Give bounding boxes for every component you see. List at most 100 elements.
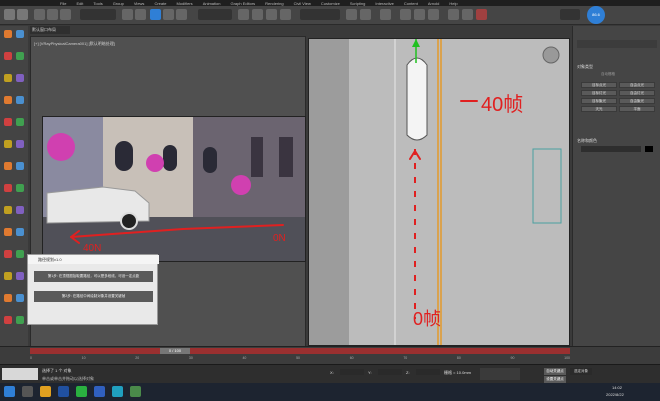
light-button[interactable]: 目标聚光	[581, 98, 617, 104]
user-badge[interactable]: 86.6	[587, 6, 605, 24]
menu-item[interactable]: Content	[404, 1, 418, 6]
unlink-icon[interactable]	[47, 9, 58, 20]
select-by-name-icon[interactable]	[135, 9, 146, 20]
angle-snap-icon[interactable]	[266, 9, 277, 20]
render-production-icon[interactable]	[476, 9, 487, 20]
name-color-header[interactable]: 名称和颜色	[577, 138, 597, 144]
mirror-icon[interactable]	[346, 9, 357, 20]
percent-snap-icon[interactable]	[280, 9, 291, 20]
tool-icon[interactable]	[16, 140, 24, 148]
object-name-input[interactable]	[581, 146, 641, 152]
explorer-icon[interactable]	[40, 386, 51, 397]
viewport-label[interactable]: [+] [VRayPhysicalCamera001] [默认明暗处理]	[34, 41, 115, 47]
menu-item[interactable]: Animation	[203, 1, 221, 6]
tool-icon[interactable]	[16, 316, 24, 324]
tool-icon[interactable]	[16, 294, 24, 302]
app-icon[interactable]	[58, 386, 69, 397]
tool-icon[interactable]	[4, 294, 12, 302]
snap-icon[interactable]	[252, 9, 263, 20]
light-button[interactable]: 自由聚光	[619, 98, 655, 104]
object-color-swatch[interactable]	[645, 146, 653, 152]
menu-item[interactable]: Edit	[76, 1, 83, 6]
search-icon[interactable]	[22, 386, 33, 397]
tool-icon[interactable]	[4, 316, 12, 324]
x-coord-field[interactable]	[340, 369, 364, 375]
tool-icon[interactable]	[4, 74, 12, 82]
menu-item[interactable]: Rendering	[265, 1, 283, 6]
menu-item[interactable]: Tools	[93, 1, 102, 6]
link-icon[interactable]	[34, 9, 45, 20]
start-icon[interactable]	[4, 386, 15, 397]
menu-item[interactable]: Civil View	[294, 1, 311, 6]
step2-button[interactable]: 第2步: 在路径中间绘制对象并设置关键帧	[34, 291, 153, 302]
render-frame-icon[interactable]	[462, 9, 473, 20]
tool-icon[interactable]	[4, 140, 12, 148]
named-selection-dropdown[interactable]	[300, 9, 340, 20]
viewport-top[interactable]: 40帧 0帧	[308, 38, 570, 346]
time-slider-thumb[interactable]: 0 / 100	[160, 348, 190, 354]
selected-filter[interactable]: 选定对象	[570, 368, 592, 375]
menu-item[interactable]: Help	[449, 1, 457, 6]
app-icon[interactable]	[94, 386, 105, 397]
light-button[interactable]: 天光	[581, 106, 617, 112]
light-button[interactable]: 平面	[619, 106, 655, 112]
dialog-title[interactable]: 路径规划v1.0	[28, 255, 159, 264]
reference-coord-dropdown[interactable]	[198, 9, 232, 20]
selection-filter-dropdown[interactable]	[80, 9, 116, 20]
light-button[interactable]: 自由灯光	[619, 90, 655, 96]
scale-icon[interactable]	[176, 9, 187, 20]
move-icon[interactable]	[150, 9, 161, 20]
maxscript-listener[interactable]	[2, 368, 38, 380]
set-key-button[interactable]: 设置关键点	[544, 376, 566, 383]
cmd-tab-row[interactable]	[577, 40, 657, 48]
undo-icon[interactable]	[4, 9, 15, 20]
autogrid-label[interactable]: 自动栅格	[601, 72, 615, 77]
layer-explorer-icon[interactable]	[380, 9, 391, 20]
menu-item[interactable]: Group	[113, 1, 124, 6]
tool-icon[interactable]	[4, 184, 12, 192]
tool-icon[interactable]	[4, 228, 12, 236]
menu-item[interactable]: Views	[134, 1, 145, 6]
render-setup-icon[interactable]	[448, 9, 459, 20]
viewcube-icon[interactable]	[542, 46, 560, 64]
menu-item[interactable]: Create	[154, 1, 166, 6]
tool-icon[interactable]	[16, 272, 24, 280]
pivot-center-icon[interactable]	[238, 9, 249, 20]
menu-item[interactable]: Graph Editors	[230, 1, 255, 6]
wechat-icon[interactable]	[76, 386, 87, 397]
app-icon[interactable]	[130, 386, 141, 397]
tool-icon[interactable]	[4, 30, 12, 38]
playback-controls[interactable]	[480, 368, 520, 380]
menu-item[interactable]: File	[60, 1, 66, 6]
tool-icon[interactable]	[16, 30, 24, 38]
time-slider-track[interactable]	[30, 348, 570, 354]
tool-icon[interactable]	[16, 228, 24, 236]
menu-item[interactable]: Arnold	[428, 1, 440, 6]
light-button[interactable]: 自由点光	[619, 82, 655, 88]
tool-icon[interactable]	[4, 162, 12, 170]
workspace-dropdown[interactable]	[560, 9, 580, 20]
menu-item[interactable]: Scripting	[350, 1, 366, 6]
tool-icon[interactable]	[16, 184, 24, 192]
curve-editor-icon[interactable]	[400, 9, 411, 20]
3dsmax-taskbar-icon[interactable]	[112, 386, 123, 397]
tool-icon[interactable]	[16, 162, 24, 170]
redo-icon[interactable]	[17, 9, 28, 20]
tool-icon[interactable]	[4, 52, 12, 60]
y-coord-field[interactable]	[378, 369, 402, 375]
tool-icon[interactable]	[4, 206, 12, 214]
tool-icon[interactable]	[4, 272, 12, 280]
bind-space-warp-icon[interactable]	[60, 9, 71, 20]
align-icon[interactable]	[360, 9, 371, 20]
light-button[interactable]: 目标灯光	[581, 90, 617, 96]
menu-item[interactable]: Customize	[321, 1, 340, 6]
tool-icon[interactable]	[4, 250, 12, 258]
material-editor-icon[interactable]	[428, 9, 439, 20]
select-object-icon[interactable]	[122, 9, 133, 20]
tool-icon[interactable]	[16, 52, 24, 60]
menu-item[interactable]: Interactive	[375, 1, 393, 6]
tool-icon[interactable]	[16, 96, 24, 104]
light-button[interactable]: 目标点光	[581, 82, 617, 88]
tool-icon[interactable]	[16, 118, 24, 126]
auto-key-button[interactable]: 自动关键点	[544, 368, 566, 375]
